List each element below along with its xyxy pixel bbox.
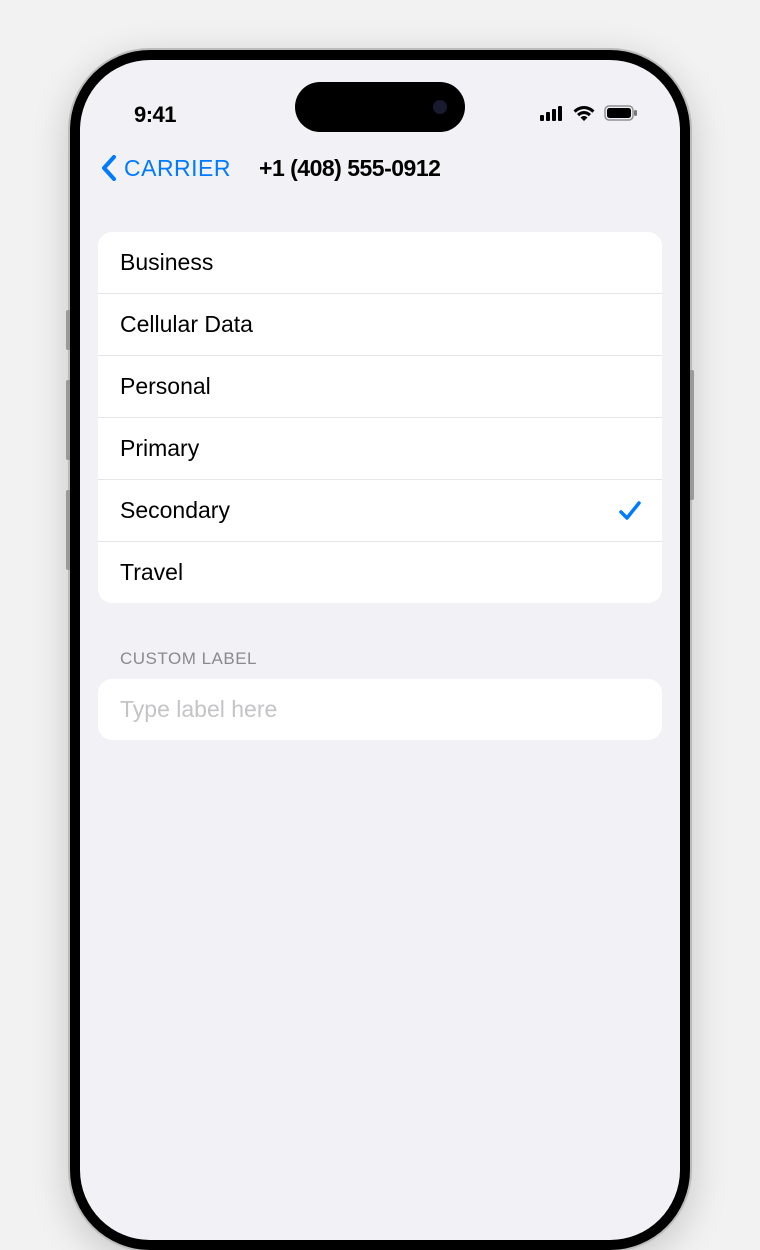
- label-option-text: Cellular Data: [120, 311, 253, 338]
- status-icons: [540, 104, 638, 127]
- label-option-text: Secondary: [120, 497, 230, 524]
- volume-down[interactable]: [66, 490, 70, 570]
- wifi-icon: [572, 104, 596, 127]
- custom-label-header: CUSTOM LABEL: [98, 603, 662, 679]
- label-option[interactable]: Business: [98, 232, 662, 294]
- phone-screen: 9:41: [80, 60, 680, 1240]
- nav-title: +1 (408) 555-0912: [259, 155, 440, 182]
- power-button[interactable]: [690, 370, 694, 500]
- phone-frame: 9:41: [70, 50, 690, 1250]
- battery-icon: [604, 105, 638, 126]
- cellular-icon: [540, 105, 564, 126]
- side-buttons-right: [690, 370, 694, 500]
- back-chevron-icon[interactable]: [100, 154, 118, 182]
- content-area: Business Cellular Data Personal Primary Seco…: [80, 196, 680, 740]
- mute-switch[interactable]: [66, 310, 70, 350]
- dynamic-island: [295, 82, 465, 132]
- label-option[interactable]: Travel: [98, 542, 662, 603]
- label-option-text: Travel: [120, 559, 183, 586]
- label-option[interactable]: Secondary: [98, 480, 662, 542]
- custom-label-input[interactable]: [120, 696, 640, 723]
- label-option[interactable]: Personal: [98, 356, 662, 418]
- label-list-group: Business Cellular Data Personal Primary Seco…: [98, 232, 662, 603]
- back-button-label[interactable]: CARRIER: [124, 155, 231, 182]
- label-option-text: Business: [120, 249, 213, 276]
- label-option-text: Primary: [120, 435, 199, 462]
- label-option-text: Personal: [120, 373, 211, 400]
- custom-label-group: [98, 679, 662, 740]
- nav-bar: CARRIER +1 (408) 555-0912: [80, 140, 680, 196]
- label-option[interactable]: Primary: [98, 418, 662, 480]
- side-buttons-left: [66, 310, 70, 600]
- status-time: 9:41: [134, 102, 176, 128]
- label-option[interactable]: Cellular Data: [98, 294, 662, 356]
- volume-up[interactable]: [66, 380, 70, 460]
- checkmark-icon: [618, 499, 642, 523]
